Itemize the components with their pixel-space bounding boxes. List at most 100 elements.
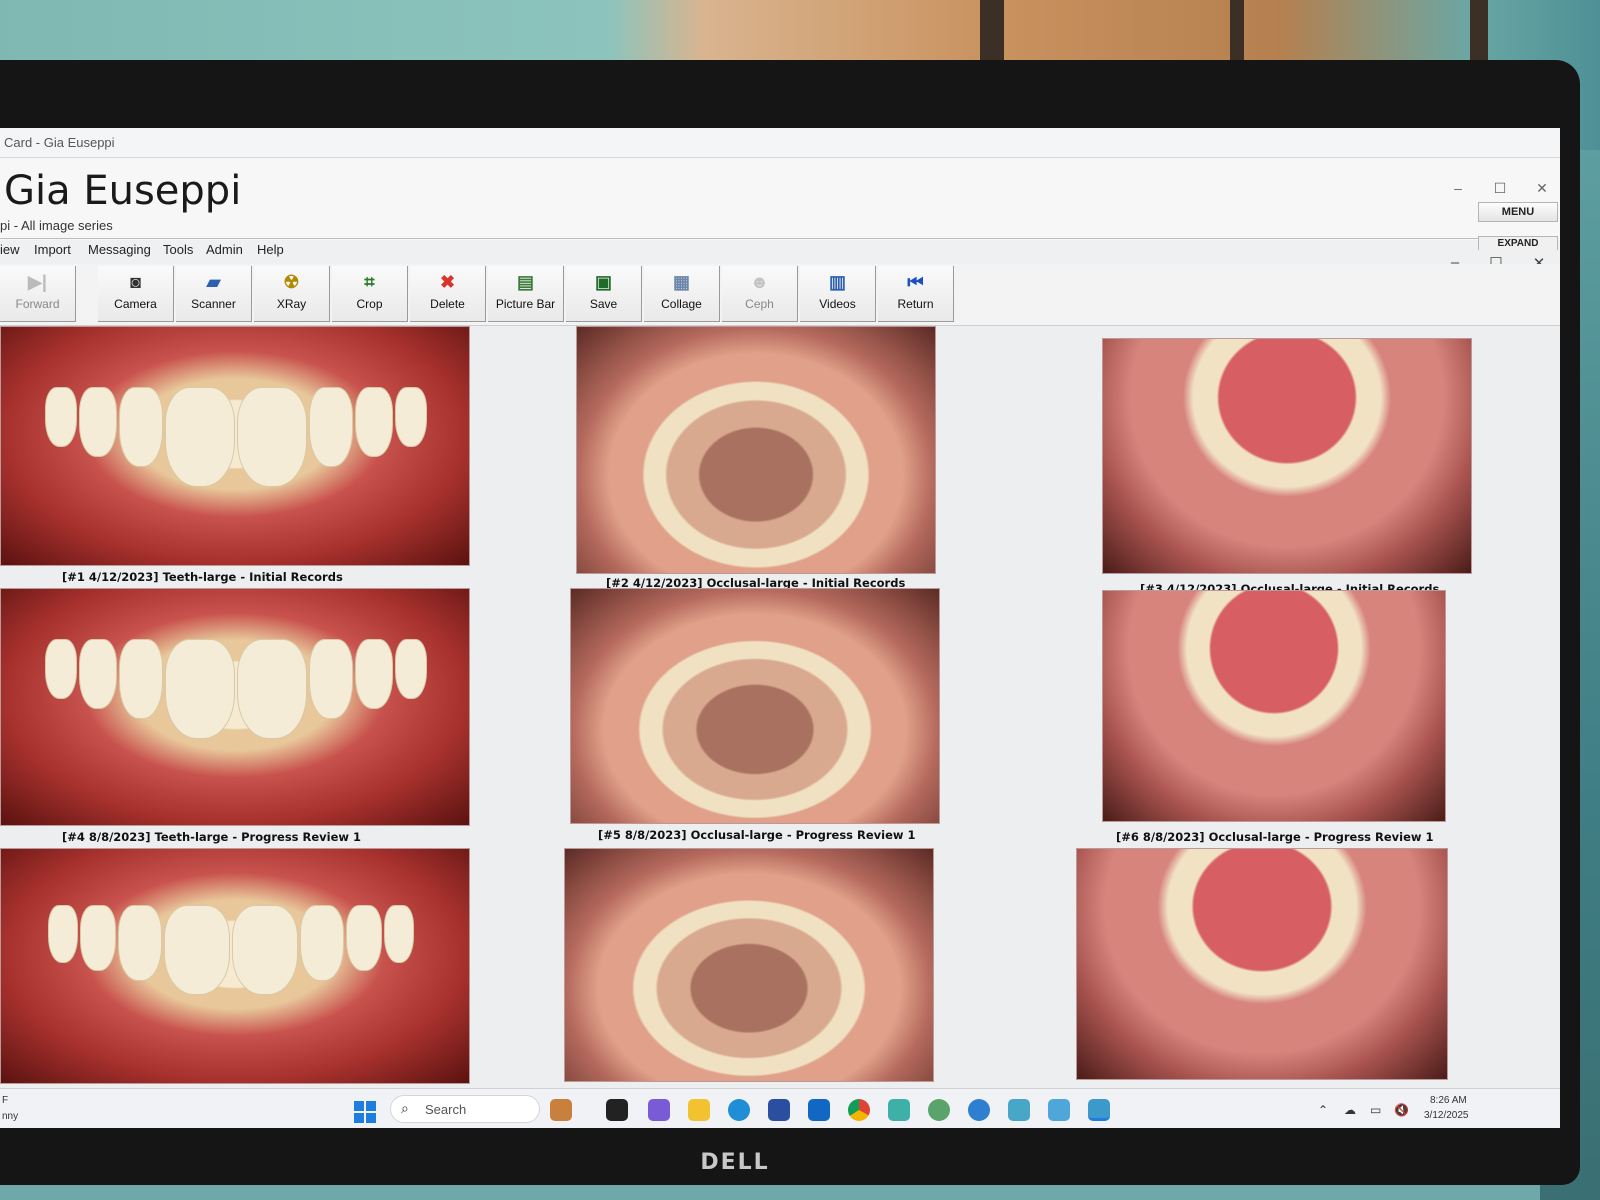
photo-caption: [#1 4/12/2023] Teeth-large - Initial Rec…	[62, 570, 343, 584]
menu-item-tools[interactable]: Tools	[163, 242, 193, 257]
ceph-label: Ceph	[745, 297, 774, 311]
forward-icon: ▶|	[28, 272, 47, 292]
monitor-brand-logo: DELL	[700, 1150, 770, 1175]
menu-item-messaging[interactable]: Messaging	[88, 242, 151, 257]
network-icon[interactable]: ▭	[1370, 1103, 1381, 1117]
store-icon[interactable]	[768, 1099, 790, 1121]
intraoral-photo-8[interactable]	[564, 848, 934, 1082]
scanner-label: Scanner	[191, 297, 236, 311]
xray-button[interactable]: ☢ XRay	[254, 266, 330, 322]
intraoral-photo-7[interactable]	[0, 848, 470, 1084]
videos-label: Videos	[819, 297, 856, 311]
save-button[interactable]: ▣ Save	[566, 266, 642, 322]
search-icon: ⌕	[401, 1100, 409, 1116]
photo-caption: [#6 8/8/2023] Occlusal-large - Progress …	[1116, 830, 1434, 844]
radiation-icon: ☢	[283, 272, 300, 292]
window-title: Card - Gia Euseppi	[4, 135, 115, 150]
menu-item-view[interactable]: iew	[0, 242, 20, 257]
outlook-icon[interactable]	[808, 1099, 830, 1121]
intraoral-photo-9[interactable]	[1076, 848, 1448, 1080]
menu-item-import[interactable]: Import	[34, 242, 71, 257]
intraoral-photo-5[interactable]	[570, 588, 940, 824]
expand-button[interactable]: EXPAND	[1478, 236, 1558, 250]
picture-bar-icon: ▤	[516, 272, 534, 292]
dental-app-icon[interactable]	[1008, 1099, 1030, 1121]
teeth-upper-row	[31, 639, 441, 739]
crop-icon: ⌗	[364, 272, 375, 292]
ceph-button[interactable]: ☻ Ceph	[722, 266, 798, 322]
dental-app-icon[interactable]	[968, 1099, 990, 1121]
photo-caption: [#4 8/8/2023] Teeth-large - Progress Rev…	[62, 830, 362, 844]
save-label: Save	[589, 297, 618, 311]
teeth-upper-row	[21, 905, 441, 995]
onedrive-icon[interactable]: ☁	[1344, 1103, 1356, 1117]
intraoral-photo-2[interactable]	[576, 326, 936, 574]
dental-app-icon[interactable]	[928, 1099, 950, 1121]
chevron-up-icon[interactable]: ⌃	[1318, 1103, 1328, 1117]
scanner-button[interactable]: ▰ Scanner	[176, 266, 252, 322]
menu-item-admin[interactable]: Admin	[206, 242, 243, 257]
floppy-save-icon: ▣	[594, 272, 612, 292]
imaging-app-icon[interactable]	[1088, 1099, 1110, 1121]
app-cube-icon[interactable]	[888, 1099, 910, 1121]
chrome-icon[interactable]	[848, 1099, 870, 1121]
patient-name: Gia Euseppi	[4, 168, 242, 214]
crop-button[interactable]: ⌗ Crop	[332, 266, 408, 322]
teeth-upper-row	[31, 387, 441, 487]
intraoral-photo-6[interactable]	[1102, 590, 1446, 822]
menu-item-help[interactable]: Help	[257, 242, 284, 257]
delete-button[interactable]: ✖ Delete	[410, 266, 486, 322]
taskbar: F nny ⌕ Search ⌃ ☁ ▭ 🔇 8:26 AM 3/12/2025	[0, 1088, 1560, 1128]
crop-label: Crop	[356, 297, 383, 311]
collage-grid-icon: ▦	[672, 272, 690, 292]
rewind-icon: ⏮	[907, 272, 924, 292]
clock-date[interactable]: 3/12/2025	[1424, 1110, 1469, 1121]
delete-x-icon: ✖	[439, 272, 456, 292]
search-highlight-icon[interactable]	[550, 1099, 572, 1121]
picture-bar-button[interactable]: ▤ Picture Bar	[488, 266, 564, 322]
title-bar: Card - Gia Euseppi	[0, 128, 1560, 158]
volume-muted-icon[interactable]: 🔇	[1394, 1103, 1409, 1117]
search-placeholder: Search	[425, 1102, 467, 1117]
file-explorer-icon[interactable]	[688, 1099, 710, 1121]
photo-caption: [#5 8/8/2023] Occlusal-large - Progress …	[598, 828, 916, 842]
screen: Card - Gia Euseppi Gia Euseppi pi - All …	[0, 128, 1560, 1128]
intraoral-photo-4[interactable]	[0, 588, 470, 826]
camera-label: Camera	[114, 297, 157, 311]
ceph-skull-icon: ☻	[750, 272, 769, 292]
image-grid: [#1 4/12/2023] Teeth-large - Initial Rec…	[0, 326, 1560, 1088]
xray-label: XRay	[276, 297, 307, 311]
videos-button[interactable]: ▥ Videos	[800, 266, 876, 322]
maximize-icon[interactable]: ☐	[1490, 180, 1510, 197]
taskbar-search[interactable]: ⌕ Search	[390, 1095, 540, 1123]
scanner-icon: ▰	[206, 272, 221, 292]
tooth-app-icon[interactable]	[1048, 1099, 1070, 1121]
film-icon: ▥	[828, 272, 846, 292]
windows-start-icon[interactable]	[354, 1101, 376, 1123]
collage-button[interactable]: ▦ Collage	[644, 266, 720, 322]
return-button[interactable]: ⏮ Return	[878, 266, 954, 322]
collage-label: Collage	[661, 297, 702, 311]
forward-label: Forward	[15, 297, 60, 311]
delete-label: Delete	[430, 297, 465, 311]
minimize-icon[interactable]: –	[1448, 180, 1468, 196]
edge-text: nny	[2, 1111, 19, 1122]
clock-time[interactable]: 8:26 AM	[1430, 1095, 1467, 1106]
edge-text: F	[2, 1095, 9, 1106]
toolbar: ▶| Forward ◙ Camera ▰ Scanner ☢ XRay ⌗ C…	[0, 264, 1560, 326]
intraoral-photo-3[interactable]	[1102, 338, 1472, 574]
intraoral-photo-1[interactable]	[0, 326, 470, 566]
picture-bar-label: Picture Bar	[495, 297, 556, 311]
close-icon[interactable]: ✕	[1532, 180, 1552, 197]
task-view-icon[interactable]	[606, 1099, 628, 1121]
patient-header: Gia Euseppi pi - All image series	[0, 158, 1560, 240]
camera-icon: ◙	[130, 272, 141, 292]
series-subtitle: pi - All image series	[0, 218, 113, 233]
camera-button[interactable]: ◙ Camera	[98, 266, 174, 322]
menu-button[interactable]: MENU	[1478, 202, 1558, 222]
forward-button[interactable]: ▶| Forward	[0, 266, 76, 322]
edge-browser-icon[interactable]	[728, 1099, 750, 1121]
widgets-icon[interactable]	[648, 1099, 670, 1121]
menu-bar: iew Import Messaging Tools Admin Help	[0, 238, 1478, 262]
return-label: Return	[897, 297, 934, 311]
